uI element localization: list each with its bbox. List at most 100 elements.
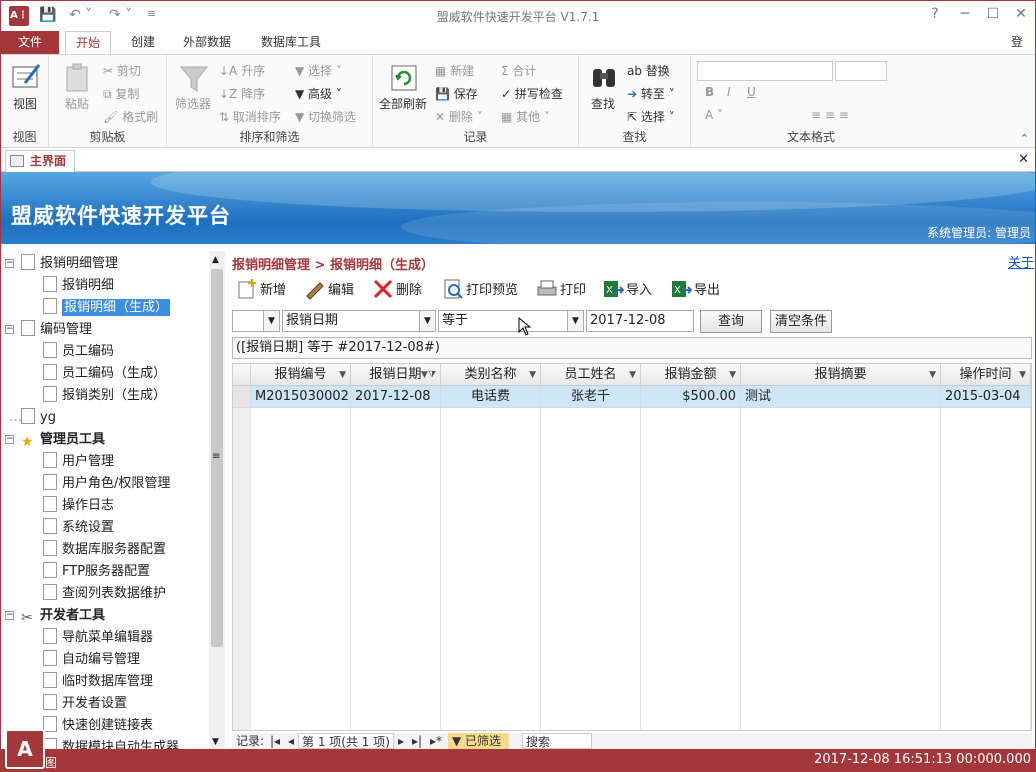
tree-item[interactable]: 员工编码 (43, 341, 114, 363)
new-record-nav-icon[interactable]: ▸* (430, 733, 442, 749)
filtered-column-icon[interactable]: ▼⧩ (421, 364, 436, 386)
column-header[interactable]: 报销摘要 ▼ (741, 364, 941, 386)
column-header[interactable]: 操作时间 ▼ (941, 364, 1031, 386)
replace-button[interactable]: ab 替换 (627, 62, 670, 79)
help-button[interactable]: ? (923, 6, 947, 22)
column-header[interactable]: 报销编号 ▼ (251, 364, 351, 386)
row-selector[interactable] (233, 386, 251, 408)
bold-button[interactable]: B (705, 85, 714, 99)
tab-create[interactable]: 创建 (121, 31, 165, 55)
column-header[interactable]: 员工姓名 ▼ (541, 364, 641, 386)
tree-item[interactable]: 报销明细（生成） (43, 297, 171, 319)
filtered-toggle[interactable]: ▼ 已筛选 (448, 733, 510, 749)
underline-button[interactable]: U (747, 85, 756, 99)
document-tab-main[interactable]: 主界面 (5, 150, 76, 172)
column-dropdown-icon[interactable]: ▼ (929, 364, 936, 386)
tree-item[interactable]: 报销明细 (43, 275, 114, 297)
format-painter-button[interactable]: 🖌 格式刷 (103, 108, 158, 125)
close-document-icon[interactable]: ✕ (1018, 152, 1029, 167)
tree-item[interactable]: 员工编码（生成） (43, 363, 166, 385)
prev-record-icon[interactable]: ◂ (288, 733, 294, 749)
tab-database-tools[interactable]: 数据库工具 (251, 31, 331, 55)
logic-select[interactable]: ▼ (232, 310, 280, 332)
about-link[interactable]: 关于 (1008, 252, 1034, 271)
totals-button[interactable]: Σ 合计 (501, 62, 536, 79)
find-button[interactable]: 查找 (591, 95, 615, 112)
table-cell[interactable]: 电话费 (441, 386, 541, 408)
collapse-icon[interactable]: − (5, 325, 14, 334)
column-header[interactable]: 类别名称 ▼ (441, 364, 541, 386)
collapse-ribbon-icon[interactable]: ⌃ (1020, 132, 1029, 145)
tree-scrollbar[interactable]: ▲ ≡ ▼ (209, 251, 225, 749)
operator-select[interactable]: 等于 ▼ (438, 310, 584, 332)
tree-item[interactable]: 用户管理 (43, 451, 114, 473)
delete-record-button[interactable]: ✕ 删除 ˅ (435, 108, 483, 125)
close-window-button[interactable]: ✕ (1009, 6, 1033, 22)
toggle-filter-button[interactable]: ▼ 切换筛选 (295, 108, 356, 125)
tree-item[interactable]: 导航菜单编辑器 (43, 627, 153, 649)
table-cell[interactable]: 张老千 (541, 386, 641, 408)
print-preview-button[interactable]: 打印预览 (442, 278, 518, 302)
collapse-icon[interactable]: − (5, 435, 14, 444)
signin-link[interactable]: 登录 (1001, 31, 1035, 71)
save-record-button[interactable]: 💾 保存 (435, 85, 478, 102)
sort-desc-button[interactable]: ↓Z 降序 (219, 85, 265, 102)
align-left-button[interactable]: ≡ ≡ ≡ (811, 108, 849, 122)
tree-item[interactable]: 数据模块自动生成器 (43, 737, 179, 749)
tree-item[interactable]: 报销类别（生成） (43, 385, 166, 407)
tree-item[interactable]: 操作日志 (43, 495, 114, 517)
add-button[interactable]: 新增 (236, 278, 286, 302)
column-dropdown-icon[interactable]: ▼ (729, 364, 736, 386)
select-button[interactable]: ⇱ 选择 ˅ (627, 108, 675, 125)
next-record-icon[interactable]: ▸ (398, 733, 404, 749)
sort-asc-button[interactable]: ↓A 升序 (219, 62, 265, 79)
scroll-down-icon[interactable]: ▼ (212, 737, 219, 747)
tree-item[interactable]: 查阅列表数据维护 (43, 583, 166, 605)
font-family-select[interactable] (697, 61, 833, 81)
tree-item[interactable]: 快速创建链接表 (43, 715, 153, 737)
scroll-up-icon[interactable]: ▲ (212, 255, 219, 265)
table-cell[interactable]: 测试 (741, 386, 941, 408)
collapse-icon[interactable]: − (5, 611, 14, 620)
delete-button[interactable]: 删除 (372, 278, 422, 302)
goto-button[interactable]: ➔ 转至 ˅ (627, 85, 675, 102)
maximize-button[interactable]: ☐ (981, 6, 1005, 22)
tree-item[interactable]: 开发者设置 (43, 693, 127, 715)
splitter-grip-icon[interactable]: ≡ (212, 451, 220, 462)
view-button[interactable]: 视图 (13, 95, 37, 112)
tree-item[interactable]: − 编码管理 (5, 319, 92, 341)
first-record-icon[interactable]: |◂ (270, 733, 280, 749)
tab-home[interactable]: 开始 (65, 31, 112, 55)
tree-item[interactable]: … yg (9, 407, 56, 429)
column-dropdown-icon[interactable]: ▼ (629, 364, 636, 386)
tree-item[interactable]: − 报销明细管理 (5, 253, 118, 275)
tree-item[interactable]: − ✂ 开发者工具 (5, 605, 105, 627)
table-cell[interactable]: 2015-03-04 (941, 386, 1031, 408)
print-button[interactable]: 打印 (536, 278, 586, 302)
remove-sort-button[interactable]: ⇅ 取消排序 (219, 108, 281, 125)
search-input[interactable]: 搜索 (522, 733, 592, 749)
column-dropdown-icon[interactable]: ▼ (339, 364, 346, 386)
table-cell[interactable]: $500.00 (641, 386, 741, 408)
advanced-filter-button[interactable]: ▼ 高级 ˅ (295, 85, 342, 102)
tree-item[interactable]: 临时数据库管理 (43, 671, 153, 693)
field-select[interactable]: 报销日期 ▼ (282, 310, 436, 332)
tree-item[interactable]: 系统设置 (43, 517, 114, 539)
selection-filter-button[interactable]: ▼ 选择 ˅ (295, 62, 342, 79)
filter-button[interactable]: 筛选器 (175, 95, 211, 112)
spelling-button[interactable]: ✓ 拼写检查 (501, 85, 563, 102)
paste-button[interactable]: 粘贴 (65, 95, 89, 112)
record-position[interactable]: 第 1 项(共 1 项) (298, 733, 394, 749)
tree-item[interactable]: 数据库服务器配置 (43, 539, 166, 561)
refresh-all-button[interactable]: 全部刷新 (379, 95, 427, 112)
last-record-icon[interactable]: ▸| (412, 733, 422, 749)
filter-value-input[interactable]: 2017-12-08 (586, 310, 694, 332)
edit-button[interactable]: 编辑 (304, 278, 354, 302)
query-button[interactable]: 查询 (700, 310, 762, 333)
tree-item[interactable]: − ★ 管理员工具 (5, 429, 105, 451)
clear-conditions-button[interactable]: 清空条件 (770, 310, 832, 333)
tab-file[interactable]: 文件 (1, 31, 59, 55)
cut-button[interactable]: ✂ 剪切 (103, 62, 141, 79)
column-header[interactable]: 报销金额 ▼ (641, 364, 741, 386)
tree-item[interactable]: 用户角色/权限管理 (43, 473, 170, 495)
